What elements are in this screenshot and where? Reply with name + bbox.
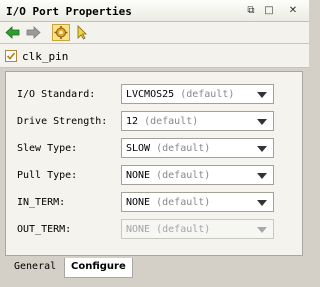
object-name: clk_pin <box>22 50 69 63</box>
pull-type-label: Pull Type: <box>17 170 78 181</box>
port-icon <box>5 50 17 65</box>
chevron-down-icon <box>257 146 267 152</box>
toolbar <box>0 22 309 44</box>
in-term-default: (default) <box>156 197 211 208</box>
tab-general[interactable]: General <box>8 258 62 278</box>
title-bar: I/O Port Properties ⧉ □ ✕ <box>0 0 309 22</box>
restore-button[interactable]: ⧉ <box>244 4 258 17</box>
tab-configure[interactable]: Configure <box>64 258 133 278</box>
in-term-label: IN_TERM: <box>17 197 66 208</box>
out-term-dropdown: NONE (default) <box>121 219 274 239</box>
close-button[interactable]: ✕ <box>286 4 300 17</box>
pull-type-dropdown[interactable]: NONE (default) <box>121 165 274 185</box>
io-standard-label: I/O Standard: <box>17 89 96 100</box>
chevron-down-icon <box>257 173 267 179</box>
gear-icon[interactable] <box>52 24 70 41</box>
slew-type-dropdown[interactable]: SLOW (default) <box>121 138 274 158</box>
pointer-icon[interactable] <box>73 24 91 41</box>
in-term-value: NONE <box>126 197 151 208</box>
chevron-down-icon <box>257 119 267 125</box>
forward-arrow-icon[interactable] <box>24 24 42 41</box>
chevron-down-icon <box>257 92 267 98</box>
out-term-value: NONE <box>126 224 151 235</box>
out-term-default: (default) <box>156 224 211 235</box>
drive-strength-default: (default) <box>144 116 199 127</box>
slew-type-default: (default) <box>156 143 211 154</box>
slew-type-label: Slew Type: <box>17 143 78 154</box>
out-term-label: OUT_TERM: <box>17 224 72 235</box>
io-standard-default: (default) <box>180 89 235 100</box>
drive-strength-dropdown[interactable]: 12 (default) <box>121 111 274 131</box>
chevron-down-icon <box>257 200 267 206</box>
chevron-down-icon <box>257 227 267 233</box>
back-arrow-icon[interactable] <box>4 24 22 41</box>
maximize-button[interactable]: □ <box>262 4 276 17</box>
tab-bar: General Configure <box>5 258 303 280</box>
slew-type-value: SLOW <box>126 143 151 154</box>
io-standard-dropdown[interactable]: LVCMOS25 (default) <box>121 84 274 104</box>
properties-panel: I/O Standard: LVCMOS25 (default) Drive S… <box>5 71 303 256</box>
window-title: I/O Port Properties <box>6 5 132 18</box>
in-term-dropdown[interactable]: NONE (default) <box>121 192 274 212</box>
drive-strength-value: 12 <box>126 116 139 127</box>
object-row: clk_pin <box>0 44 309 68</box>
pull-type-default: (default) <box>156 170 211 181</box>
drive-strength-label: Drive Strength: <box>17 116 108 127</box>
pull-type-value: NONE <box>126 170 151 181</box>
io-standard-value: LVCMOS25 <box>126 89 175 100</box>
